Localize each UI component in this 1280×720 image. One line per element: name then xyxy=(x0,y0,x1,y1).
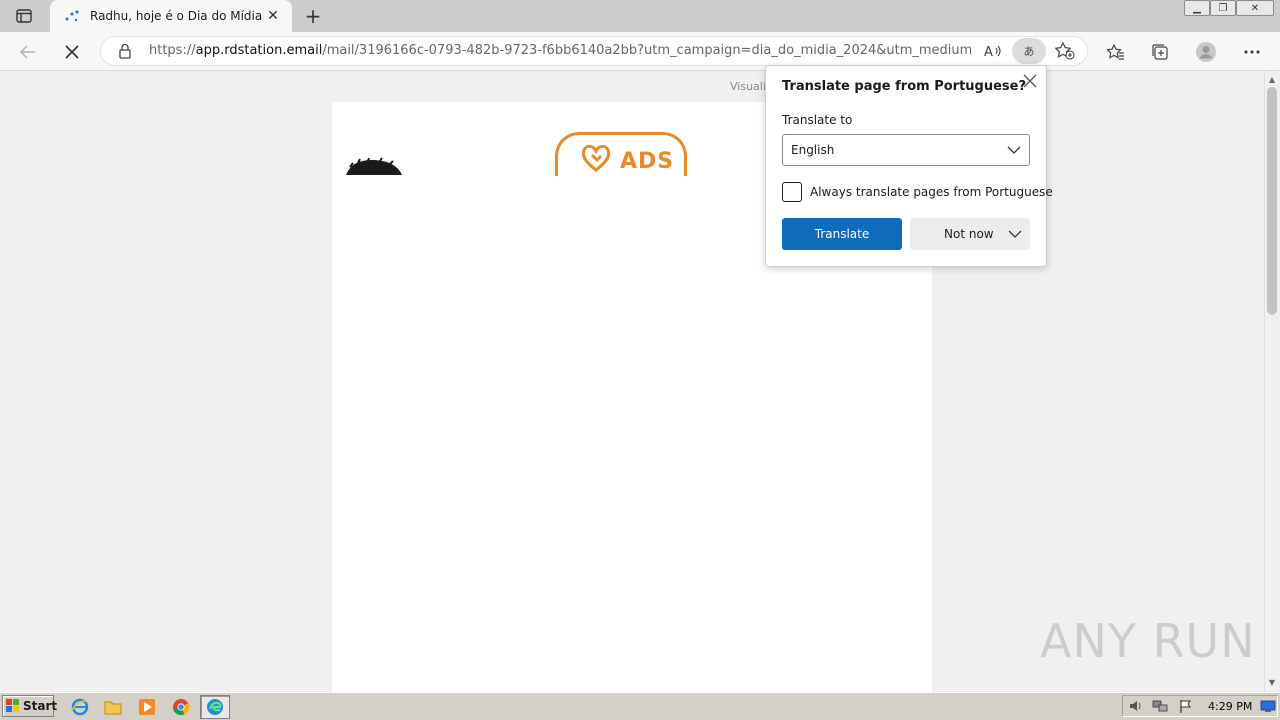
taskbar xyxy=(0,692,1280,720)
media-player-icon[interactable] xyxy=(137,697,157,717)
url-text[interactable]: https://app.rdstation.email/mail/3196166… xyxy=(149,43,971,59)
url-host: app.rdstation.email xyxy=(195,43,323,58)
popup-close-icon[interactable] xyxy=(1020,71,1040,91)
always-translate-label: Always translate pages from Portuguese xyxy=(810,185,1053,199)
explorer-icon[interactable] xyxy=(103,697,123,717)
close-icon[interactable]: ✕ xyxy=(264,7,282,25)
more-icon[interactable] xyxy=(1238,38,1266,66)
chevron-down-icon[interactable] xyxy=(1006,226,1024,242)
scroll-down-icon[interactable]: ▼ xyxy=(1266,677,1278,687)
browser-tab[interactable]: Radhu, hoje é o Dia do Mídia! ✕ xyxy=(50,0,292,32)
heart-arrow-icon xyxy=(580,143,612,173)
tab-actions-icon[interactable] xyxy=(10,6,38,26)
volume-icon[interactable] xyxy=(1128,699,1144,713)
scroll-up-icon[interactable]: ▲ xyxy=(1266,74,1278,84)
svg-text:A: A xyxy=(984,45,993,59)
chrome-icon[interactable] xyxy=(171,697,191,717)
translate-icon[interactable]: あ xyxy=(1012,38,1046,64)
start-button[interactable]: Start xyxy=(2,695,58,717)
new-tab-button[interactable]: + xyxy=(302,4,324,28)
url-prefix: https:// xyxy=(149,43,196,58)
lock-icon[interactable] xyxy=(118,43,132,59)
person-photo xyxy=(344,157,404,175)
edge-icon[interactable] xyxy=(205,697,225,717)
add-favorite-icon[interactable] xyxy=(1054,40,1076,62)
windows-logo-icon xyxy=(6,699,20,713)
always-translate-checkbox[interactable] xyxy=(782,182,802,202)
logo-text: ADS xyxy=(620,149,675,174)
watermark: ANY RUN xyxy=(1040,614,1256,668)
system-tray xyxy=(1122,695,1278,717)
minimize-icon[interactable]: ▁ xyxy=(1184,0,1210,16)
ads-logo: ADS xyxy=(555,132,687,176)
chevron-down-icon xyxy=(1007,146,1021,154)
profile-icon[interactable] xyxy=(1192,38,1220,66)
network-icon[interactable] xyxy=(1152,699,1168,713)
loading-dots-icon xyxy=(64,8,80,24)
url-path: /mail/3196166c-0793-482b-9723-f6bb6140a2… xyxy=(322,43,971,58)
read-aloud-icon[interactable]: A xyxy=(982,40,1004,62)
favorites-icon[interactable] xyxy=(1102,38,1130,66)
back-icon[interactable] xyxy=(14,38,42,66)
selected-language: English xyxy=(791,143,835,157)
scroll-thumb[interactable] xyxy=(1267,87,1277,315)
show-desktop-icon[interactable] xyxy=(1260,699,1276,713)
window-close-icon[interactable]: ✕ xyxy=(1236,0,1274,16)
ie-icon[interactable] xyxy=(70,697,90,717)
action-center-flag-icon[interactable] xyxy=(1178,699,1194,713)
restore-icon[interactable]: ❐ xyxy=(1210,0,1236,16)
popup-title: Translate page from Portuguese? xyxy=(782,79,1027,94)
translate-button[interactable]: Translate xyxy=(782,218,902,250)
translate-indicator: あ xyxy=(1023,45,1035,58)
language-select[interactable]: English xyxy=(782,134,1030,166)
translate-to-label: Translate to xyxy=(782,113,853,127)
taskbar-clock[interactable]: 4:29 PM xyxy=(1208,700,1252,713)
collections-icon[interactable] xyxy=(1146,38,1174,66)
tab-title: Radhu, hoje é o Dia do Mídia! xyxy=(90,9,264,23)
stop-loading-icon[interactable] xyxy=(58,38,86,66)
start-label: Start xyxy=(23,699,58,713)
